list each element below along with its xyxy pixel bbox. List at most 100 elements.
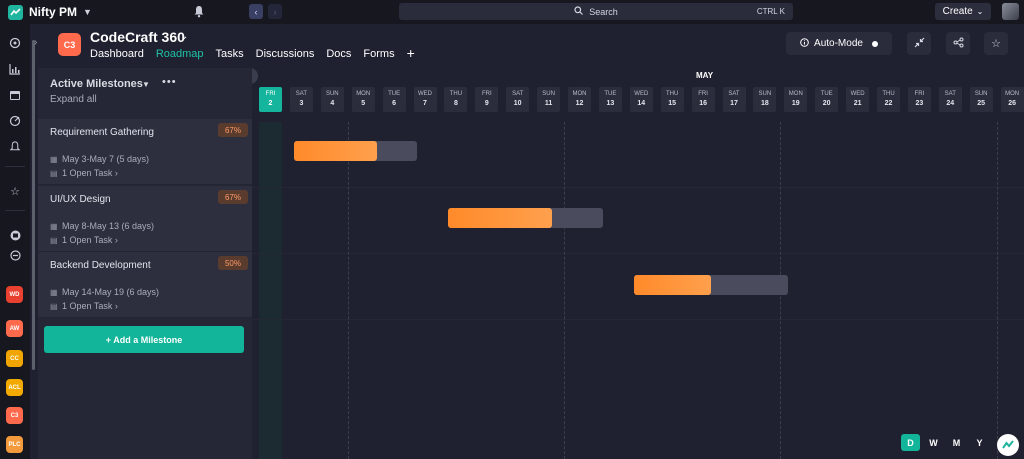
day-of-week: SAT bbox=[512, 91, 524, 97]
tab-discussions[interactable]: Discussions bbox=[256, 48, 315, 60]
view-y-button[interactable]: Y bbox=[970, 434, 989, 451]
goals-icon[interactable] bbox=[8, 114, 22, 128]
chevron-down-icon: ⌄ bbox=[976, 7, 984, 16]
portfolio-icon[interactable] bbox=[8, 248, 22, 262]
day-cell: WED 7 bbox=[413, 87, 437, 112]
tab-forms[interactable]: Forms bbox=[363, 48, 394, 60]
avatar[interactable] bbox=[1002, 3, 1019, 20]
day-of-week: SAT bbox=[944, 91, 956, 97]
milestones-title[interactable]: Active Milestones bbox=[50, 78, 143, 90]
divider bbox=[5, 166, 25, 167]
box-icon[interactable] bbox=[8, 228, 22, 242]
chevron-right-icon: › bbox=[114, 301, 118, 311]
open-tasks-link[interactable]: ▤ 1 Open Task › bbox=[50, 301, 118, 311]
date-range: May 8-May 13 (6 days) bbox=[62, 221, 155, 231]
forward-button[interactable]: › bbox=[268, 4, 282, 19]
view-d-button[interactable]: D bbox=[901, 434, 920, 451]
day-cell: FRI 9 bbox=[475, 87, 499, 112]
day-of-week: FRI bbox=[265, 91, 276, 97]
project-avatar-cc[interactable]: CC bbox=[6, 350, 23, 367]
tab-dashboard[interactable]: Dashboard bbox=[90, 48, 144, 60]
day-number: 10 bbox=[513, 100, 522, 107]
month-label: MAY bbox=[696, 71, 714, 80]
day-number: 24 bbox=[946, 100, 955, 107]
back-button[interactable]: ‹ bbox=[249, 4, 263, 19]
project-avatar-label: C3 bbox=[10, 412, 19, 419]
open-tasks-label: 1 Open Task bbox=[62, 235, 113, 245]
favorite-button[interactable]: ☆ bbox=[984, 32, 1008, 55]
project-title[interactable]: CodeCraft 360 bbox=[90, 29, 185, 45]
day-of-week: TUE bbox=[604, 91, 617, 97]
rail-scrollbar[interactable] bbox=[32, 40, 35, 370]
tab-docs[interactable]: Docs bbox=[326, 48, 351, 60]
tab-roadmap[interactable]: Roadmap bbox=[156, 48, 204, 60]
star-icon[interactable]: ☆ bbox=[8, 184, 22, 198]
expand-all-link[interactable]: Expand all bbox=[50, 94, 97, 105]
day-number: 15 bbox=[668, 100, 677, 107]
day-of-week: THU bbox=[449, 91, 463, 97]
collapse-button[interactable] bbox=[907, 32, 931, 55]
collapse-panel-button[interactable]: ‹ bbox=[252, 68, 258, 84]
explore-icon[interactable] bbox=[8, 36, 22, 50]
day-of-week: SUN bbox=[542, 91, 555, 97]
day-number: 17 bbox=[730, 100, 738, 107]
project-avatar-acl[interactable]: ACL bbox=[6, 379, 23, 396]
calendar-icon[interactable] bbox=[8, 88, 22, 102]
share-button[interactable] bbox=[946, 32, 970, 55]
day-number: 18 bbox=[760, 100, 769, 107]
info-icon bbox=[800, 37, 809, 50]
view-m-button[interactable]: M bbox=[947, 434, 966, 451]
project-avatar-wd[interactable]: WD bbox=[6, 286, 23, 303]
app-name: Nifty PM bbox=[29, 5, 77, 19]
project-header: › C3 CodeCraft 360 ⌄ Dashboard Roadmap T… bbox=[34, 24, 1024, 68]
week-gridline bbox=[996, 122, 998, 459]
notifications-icon[interactable] bbox=[8, 140, 22, 154]
day-number: 21 bbox=[853, 100, 862, 107]
chevron-down-icon[interactable]: ▼ bbox=[142, 80, 150, 89]
day-number: 5 bbox=[361, 100, 366, 107]
bell-icon[interactable] bbox=[193, 5, 205, 18]
open-tasks-label: 1 Open Task bbox=[62, 168, 113, 178]
chevron-down-icon[interactable]: ⌄ bbox=[180, 31, 188, 42]
day-of-week: THU bbox=[882, 91, 895, 97]
day-cell: SUN 11 bbox=[537, 87, 561, 112]
more-options-icon[interactable]: ••• bbox=[162, 76, 177, 88]
help-logo-icon[interactable] bbox=[997, 434, 1019, 456]
create-button[interactable]: Create ⌄ bbox=[935, 3, 991, 20]
day-cell: SUN 25 bbox=[969, 87, 993, 112]
task-list-icon: ▤ bbox=[50, 236, 58, 245]
project-avatar-c3[interactable]: C3 bbox=[6, 407, 23, 424]
project-avatar-plc[interactable]: PLC bbox=[6, 436, 23, 453]
milestone-card[interactable]: UI/UX Design 67% ▦ May 8-May 13 (6 days) … bbox=[38, 186, 252, 252]
milestone-card[interactable]: Requirement Gathering 67% ▦ May 3-May 7 (… bbox=[38, 119, 252, 185]
milestone-bar[interactable] bbox=[633, 275, 789, 295]
day-cell: FRI 16 bbox=[691, 87, 715, 112]
day-of-week: TUE bbox=[388, 91, 401, 97]
auto-mode-toggle[interactable]: Auto-Mode bbox=[786, 32, 892, 55]
milestone-bar[interactable] bbox=[448, 208, 603, 228]
reports-icon[interactable] bbox=[8, 62, 22, 76]
chevron-right-icon[interactable]: › bbox=[34, 37, 37, 48]
week-gridline bbox=[347, 122, 349, 459]
add-milestone-button[interactable]: + Add a Milestone bbox=[44, 326, 244, 353]
milestone-dates: ▦ May 8-May 13 (6 days) bbox=[50, 221, 154, 231]
project-avatar-aw[interactable]: AW bbox=[6, 320, 23, 337]
day-number: 16 bbox=[699, 100, 707, 107]
project-tabs: Dashboard Roadmap Tasks Discussions Docs… bbox=[90, 46, 415, 60]
view-w-button[interactable]: W bbox=[924, 434, 943, 451]
milestone-name: UI/UX Design bbox=[50, 194, 111, 205]
milestone-bar[interactable] bbox=[293, 141, 418, 161]
add-tab-button[interactable]: + bbox=[407, 46, 415, 60]
day-cell: MON 5 bbox=[351, 87, 375, 112]
star-icon: ☆ bbox=[991, 38, 1001, 50]
tab-tasks[interactable]: Tasks bbox=[216, 48, 244, 60]
milestone-card[interactable]: Backend Development 50% ▦ May 14-May 19 (… bbox=[38, 252, 252, 318]
open-tasks-link[interactable]: ▤ 1 Open Task › bbox=[50, 168, 118, 178]
search-bar[interactable]: Search CTRL K bbox=[399, 3, 793, 20]
day-cell: TUE 20 bbox=[815, 87, 839, 112]
roadmap-timeline[interactable]: ‹ MAY FRI 2 SAT 3 SUN 4 MON 5 TUE 6 WED 7 THU 8 FRI 9 SA… bbox=[252, 68, 1024, 459]
day-of-week: SAT bbox=[728, 91, 740, 97]
project-avatar-label: AW bbox=[9, 325, 20, 332]
open-tasks-link[interactable]: ▤ 1 Open Task › bbox=[50, 235, 118, 245]
workspace-switcher[interactable]: Nifty PM ▼ bbox=[0, 4, 190, 20]
